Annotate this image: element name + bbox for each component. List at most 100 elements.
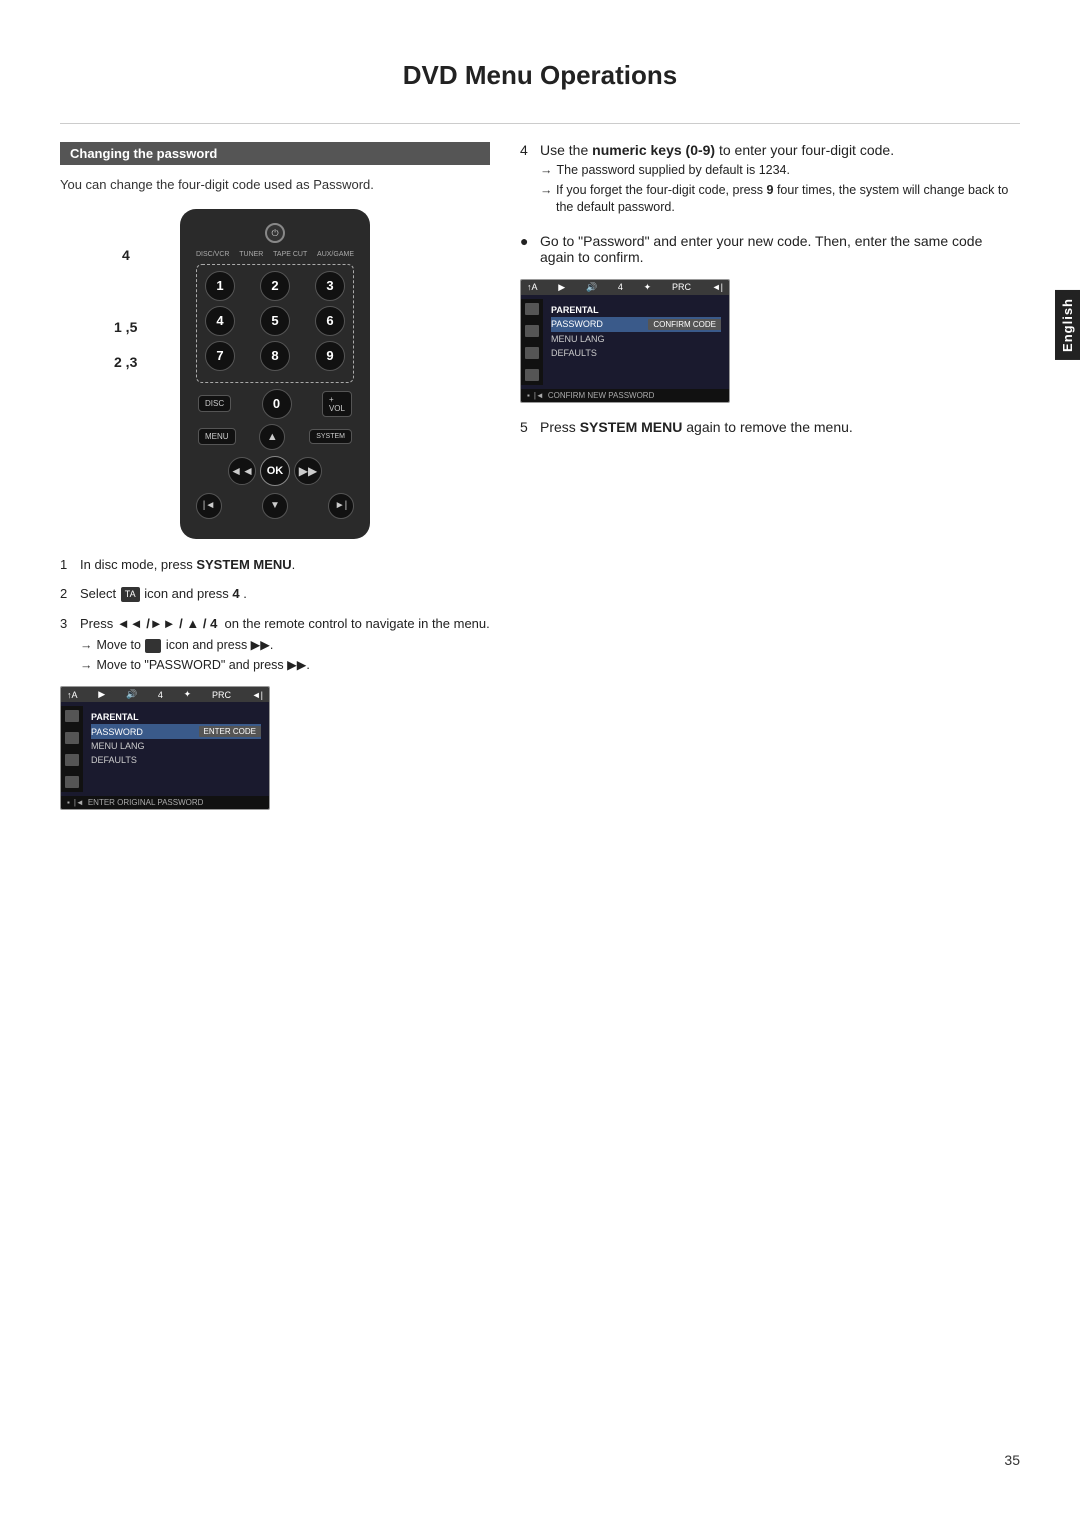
sub-bullet-3-1: → Move to icon and press ▶▶. bbox=[80, 637, 490, 655]
section-header: Changing the password bbox=[60, 142, 490, 165]
transport-row: |◄ ▼ ►| bbox=[196, 493, 354, 519]
menu-system-row: MENU ▲ SYSTEM bbox=[196, 424, 354, 450]
step-num-5: 5 bbox=[520, 419, 534, 435]
menu-top-bar-1: ↑A ▶ 🔊 4 ✦ PRC ◄| bbox=[61, 687, 269, 702]
menu-icon-2 bbox=[65, 732, 79, 744]
step-3: 3 Press ◄◄ /►► / ▲ / 4 on the remote con… bbox=[60, 614, 490, 677]
step-num-4: 4 bbox=[520, 142, 534, 219]
step-content-2: Select TA icon and press 4 . bbox=[80, 584, 490, 604]
menu-bottom-icon-4: |◄ bbox=[534, 391, 544, 400]
menu-icon-1 bbox=[65, 710, 79, 722]
step-bullet: ● Go to "Password" and enter your new co… bbox=[520, 233, 1020, 265]
menu-screenshot-1: ↑A ▶ 🔊 4 ✦ PRC ◄| bbox=[60, 686, 270, 810]
step-num-1: 1 bbox=[60, 555, 74, 575]
sub-bullet-3-2: → Move to "PASSWORD" and press ▶▶. bbox=[80, 657, 490, 675]
step-content-4: Use the numeric keys (0-9) to enter your… bbox=[540, 142, 1020, 219]
prev-btn: |◄ bbox=[196, 493, 222, 519]
power-button-icon: ⏻ bbox=[265, 223, 285, 243]
system-btn: SYSTEM bbox=[309, 429, 352, 444]
icon-sq-1 bbox=[145, 639, 161, 653]
step-content-5: Press SYSTEM MENU again to remove the me… bbox=[540, 419, 1020, 435]
language-tab: English bbox=[1055, 290, 1080, 360]
remote-label-1-5: 1 ,5 bbox=[114, 319, 137, 335]
step-num-bullet: ● bbox=[520, 233, 534, 265]
arrow-cluster: ◄◄ OK ▶▶ bbox=[196, 454, 354, 488]
left-column: Changing the password You can change the… bbox=[60, 142, 490, 810]
menu-bottom-bar-1: ▪ |◄ ENTER ORIGINAL PASSWORD bbox=[61, 796, 269, 809]
right-column: 4 Use the numeric keys (0-9) to enter yo… bbox=[520, 142, 1020, 810]
num-btn-5: 5 bbox=[260, 306, 290, 336]
remote-label-4: 4 bbox=[122, 247, 130, 263]
menu-sidebar-2: PARENTAL PASSWORD CONFIRM CODE MENU LANG… bbox=[521, 299, 729, 385]
menu-item-menulang-1: MENU LANG bbox=[91, 739, 261, 753]
num-btn-8: 8 bbox=[260, 341, 290, 371]
menu-items-col-2: PARENTAL PASSWORD CONFIRM CODE MENU LANG… bbox=[543, 299, 729, 385]
enter-code-box: ENTER CODE bbox=[199, 726, 261, 737]
menu-icon-8 bbox=[525, 369, 539, 381]
step-5: 5 Press SYSTEM MENU again to remove the … bbox=[520, 419, 1020, 435]
menu-item-defaults-2: DEFAULTS bbox=[551, 346, 721, 360]
menu-icon-7 bbox=[525, 347, 539, 359]
remote-label-2-3: 2 ,3 bbox=[114, 354, 137, 370]
num-btn-7: 7 bbox=[205, 341, 235, 371]
menu-icon-5 bbox=[525, 303, 539, 315]
menu-sidebar-1: PARENTAL PASSWORD ENTER CODE MENU LANG D… bbox=[61, 706, 269, 792]
sub-bullet-4-1: → The password supplied by default is 12… bbox=[540, 162, 1020, 180]
menu-item-defaults-1: DEFAULTS bbox=[91, 753, 261, 767]
step-3-subbullets: → Move to icon and press ▶▶. → Move to "… bbox=[80, 637, 490, 674]
step-1: 1 In disc mode, press SYSTEM MENU. bbox=[60, 555, 490, 575]
menu-item-parental-1: PARENTAL bbox=[91, 710, 261, 724]
middle-controls: DISC 0 +VOL bbox=[196, 389, 354, 419]
menu-bottom-bar-2: ▪ |◄ CONFIRM NEW PASSWORD bbox=[521, 389, 729, 402]
fastforward-btn: ▶▶ bbox=[294, 457, 322, 485]
numeric-keypad: 1 2 3 4 5 6 7 8 bbox=[196, 264, 354, 383]
menu-item-menulang-2: MENU LANG bbox=[551, 332, 721, 346]
step-content-1: In disc mode, press SYSTEM MENU. bbox=[80, 555, 490, 575]
vol-btn: +VOL bbox=[322, 391, 352, 417]
section-description: You can change the four-digit code used … bbox=[60, 175, 490, 195]
menu-screenshot-2: ↑A ▶ 🔊 4 ✦ PRC ◄| bbox=[520, 279, 730, 403]
down-btn: ▼ bbox=[262, 493, 288, 519]
step-num-3: 3 bbox=[60, 614, 74, 677]
step-num-2: 2 bbox=[60, 584, 74, 604]
num-btn-2: 2 bbox=[260, 271, 290, 301]
source-row: DISC/VCR TUNER TAPE CUT AUX/GAME bbox=[196, 251, 354, 258]
steps-list-left: 1 In disc mode, press SYSTEM MENU. 2 Sel… bbox=[60, 555, 490, 677]
menu-bottom-label-1: ENTER ORIGINAL PASSWORD bbox=[88, 798, 204, 807]
num-btn-4: 4 bbox=[205, 306, 235, 336]
next-btn: ►| bbox=[328, 493, 354, 519]
page-title: DVD Menu Operations bbox=[60, 60, 1020, 99]
num-btn-6: 6 bbox=[315, 306, 345, 336]
menu-bottom-label-2: CONFIRM NEW PASSWORD bbox=[548, 391, 655, 400]
step-content-bullet: Go to "Password" and enter your new code… bbox=[540, 233, 1020, 265]
confirm-code-box: CONFIRM CODE bbox=[648, 319, 721, 330]
step-4: 4 Use the numeric keys (0-9) to enter yo… bbox=[520, 142, 1020, 219]
menu-icons-col-1 bbox=[61, 706, 83, 792]
menu-icons-col-2 bbox=[521, 299, 543, 385]
up-btn: ▲ bbox=[259, 424, 285, 450]
step-content-3: Press ◄◄ /►► / ▲ / 4 on the remote contr… bbox=[80, 614, 490, 677]
ta-icon: TA bbox=[121, 587, 140, 603]
menu-items-col-1: PARENTAL PASSWORD ENTER CODE MENU LANG D… bbox=[83, 706, 269, 792]
num-btn-0: 0 bbox=[262, 389, 292, 419]
menu-bottom-icon-2: |◄ bbox=[74, 798, 84, 807]
menu-icon-4 bbox=[65, 776, 79, 788]
menu-bottom-icon-1: ▪ bbox=[67, 798, 70, 807]
sub-bullet-4-2: → If you forget the four-digit code, pre… bbox=[540, 182, 1020, 217]
step-4-subbullets: → The password supplied by default is 12… bbox=[540, 162, 1020, 217]
num-btn-9: 9 bbox=[315, 341, 345, 371]
rewind-btn: ◄◄ bbox=[228, 457, 256, 485]
num-btn-1: 1 bbox=[205, 271, 235, 301]
menu-top-bar-2: ↑A ▶ 🔊 4 ✦ PRC ◄| bbox=[521, 280, 729, 295]
menu-body-2: PARENTAL PASSWORD CONFIRM CODE MENU LANG… bbox=[521, 295, 729, 389]
menu-item-parental-2: PARENTAL bbox=[551, 303, 721, 317]
menu-body-1: PARENTAL PASSWORD ENTER CODE MENU LANG D… bbox=[61, 702, 269, 796]
menu-icon-3 bbox=[65, 754, 79, 766]
page-number: 35 bbox=[1004, 1452, 1020, 1468]
menu-item-password-1: PASSWORD ENTER CODE bbox=[91, 724, 261, 739]
disc-btn: DISC bbox=[198, 395, 231, 412]
step-2: 2 Select TA icon and press 4 . bbox=[60, 584, 490, 604]
menu-bottom-icon-3: ▪ bbox=[527, 391, 530, 400]
ok-btn: OK bbox=[260, 456, 290, 486]
menu-btn: MENU bbox=[198, 428, 236, 445]
